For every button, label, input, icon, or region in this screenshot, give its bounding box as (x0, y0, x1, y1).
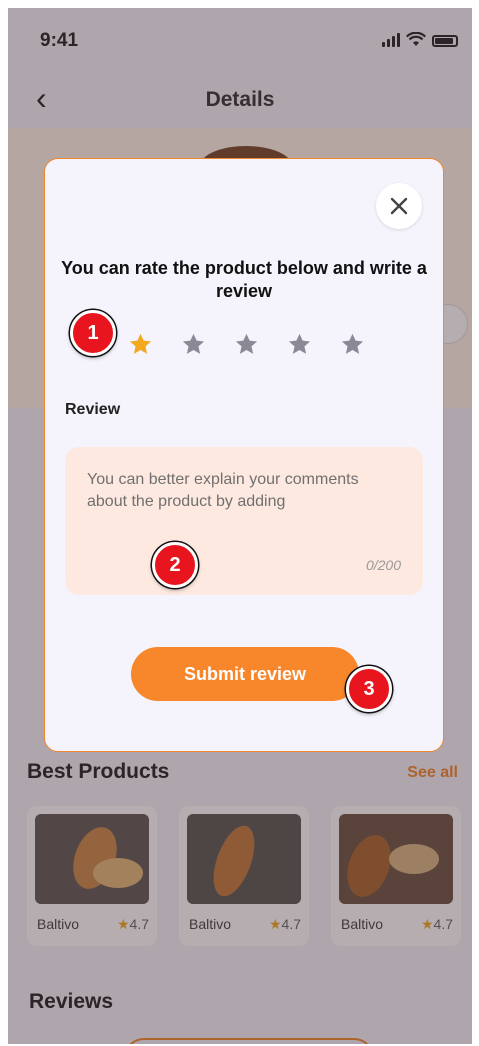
phone-screen: 9:41 ‹ Details Best Products See all Bal… (8, 8, 472, 1044)
marker-2: 2 (152, 542, 198, 588)
rating-modal: You can rate the product below and write… (44, 158, 444, 752)
review-placeholder: You can better explain your comments abo… (87, 471, 359, 510)
star-rating[interactable] (127, 331, 366, 358)
modal-title: You can rate the product below and write… (61, 258, 427, 301)
star-icon[interactable] (286, 331, 313, 358)
close-button[interactable] (376, 183, 422, 229)
close-icon (390, 197, 408, 215)
marker-3: 3 (346, 666, 392, 712)
review-label: Review (65, 401, 121, 418)
marker-1: 1 (70, 310, 116, 356)
star-icon[interactable] (233, 331, 260, 358)
review-char-counter: 0/200 (365, 557, 401, 573)
star-icon[interactable] (180, 331, 207, 358)
submit-review-button[interactable]: Submit review (131, 647, 359, 701)
star-icon[interactable] (127, 331, 154, 358)
star-icon[interactable] (339, 331, 366, 358)
review-textarea[interactable]: You can better explain your comments abo… (65, 447, 423, 595)
